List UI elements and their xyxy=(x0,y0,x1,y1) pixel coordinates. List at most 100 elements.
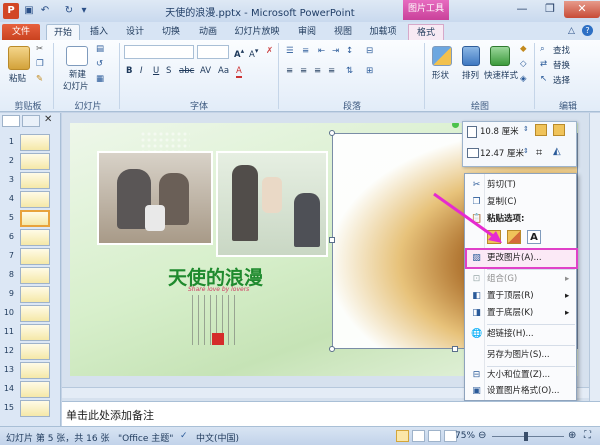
section-icon[interactable]: ▦ xyxy=(96,74,104,84)
width-spinner-icon[interactable]: ⇕ xyxy=(523,147,529,155)
select-icon[interactable]: ↖ xyxy=(540,74,547,84)
slide-thumbnail[interactable]: 7 xyxy=(2,247,58,265)
shapes-button[interactable]: 形状 xyxy=(432,69,449,81)
notes-pane[interactable]: 单击此处添加备注 xyxy=(62,401,600,426)
paste-button[interactable]: 粘贴 xyxy=(9,72,26,84)
bullets-icon[interactable]: ☰ xyxy=(286,46,294,56)
bold-icon[interactable]: B xyxy=(126,66,132,76)
align-left-icon[interactable]: ≡ xyxy=(286,66,293,76)
slide-thumbnail-image[interactable] xyxy=(20,343,50,360)
tab-slideshow[interactable]: 幻灯片放映 xyxy=(230,24,284,40)
slide-thumbnail-image[interactable] xyxy=(20,248,50,265)
height-field[interactable]: 10.8 厘米 xyxy=(480,125,519,137)
slide-thumbnail[interactable]: 10 xyxy=(2,304,58,322)
tab-transitions[interactable]: 切换 xyxy=(156,24,186,40)
menu-item-send-to-back[interactable]: ◨ 置于底层(K) ▸ xyxy=(467,305,576,322)
save-icon[interactable]: ▣ xyxy=(22,4,36,18)
align-right-icon[interactable]: ≡ xyxy=(314,66,321,76)
strikethrough-icon[interactable]: abc xyxy=(179,66,194,76)
menu-item-bring-to-front[interactable]: ◧ 置于顶层(R) ▸ xyxy=(467,288,576,305)
paste-text-only-icon[interactable]: A xyxy=(527,230,541,244)
justify-icon[interactable]: ≡ xyxy=(328,66,335,76)
slide-thumbnail-image[interactable] xyxy=(20,267,50,284)
cut-icon[interactable]: ✂ xyxy=(36,44,43,54)
shrink-font-icon[interactable]: A▾ xyxy=(249,46,258,60)
resize-handle[interactable] xyxy=(329,237,335,243)
tab-design[interactable]: 设计 xyxy=(120,24,150,40)
align-text-icon[interactable]: ⊟ xyxy=(366,46,373,56)
slides-tab[interactable] xyxy=(2,115,20,127)
slide-thumbnail-image[interactable] xyxy=(20,153,50,170)
slide-thumbnail-image[interactable] xyxy=(20,305,50,322)
decrease-indent-icon[interactable]: ⇤ xyxy=(318,46,325,56)
family-photo-1[interactable] xyxy=(97,151,213,245)
smartart-icon[interactable]: ⊞ xyxy=(366,66,373,76)
find-button[interactable]: 查找 xyxy=(553,44,570,56)
font-size-dropdown[interactable] xyxy=(197,45,229,59)
minimize-button[interactable]: — xyxy=(508,1,536,18)
zoom-slider-thumb[interactable] xyxy=(524,432,528,441)
quick-styles-icon[interactable] xyxy=(490,46,510,66)
format-painter-icon[interactable]: ✎ xyxy=(36,74,43,84)
maximize-button[interactable]: ❐ xyxy=(536,1,564,18)
qat-dropdown-icon[interactable]: ▾ xyxy=(78,4,90,18)
close-pane-icon[interactable]: ✕ xyxy=(44,114,52,125)
resize-handle[interactable] xyxy=(452,346,458,352)
zoom-level[interactable]: 75% xyxy=(455,431,475,441)
theme-status[interactable]: "Office 主题" xyxy=(118,431,173,444)
numbering-icon[interactable]: ≡ xyxy=(302,46,309,56)
slide-thumbnail[interactable]: 15 xyxy=(2,399,58,417)
reset-icon[interactable]: ↺ xyxy=(96,59,103,69)
tab-review[interactable]: 审阅 xyxy=(292,24,322,40)
slide-thumbnail[interactable]: 5 xyxy=(2,209,58,227)
new-slide-icon[interactable] xyxy=(66,46,88,66)
underline-icon[interactable]: U xyxy=(153,66,159,76)
slide-thumbnail[interactable]: 8 xyxy=(2,266,58,284)
tab-addins[interactable]: 加载项 xyxy=(364,24,402,40)
close-button[interactable]: ✕ xyxy=(564,1,600,18)
slide-thumbnail[interactable]: 4 xyxy=(2,190,58,208)
line-spacing-icon[interactable]: ↕ xyxy=(346,46,353,56)
menu-item-group[interactable]: ⊡ 组合(G) ▸ xyxy=(467,271,576,288)
tab-view[interactable]: 视图 xyxy=(328,24,358,40)
zoom-slider[interactable] xyxy=(492,436,564,437)
slide-thumbnail[interactable]: 14 xyxy=(2,380,58,398)
italic-icon[interactable]: I xyxy=(140,66,143,76)
normal-view-icon[interactable] xyxy=(396,430,409,442)
tab-insert[interactable]: 插入 xyxy=(84,24,114,40)
arrange-icon[interactable] xyxy=(462,46,480,66)
grow-font-icon[interactable]: A▴ xyxy=(234,46,244,60)
shadow-icon[interactable]: S xyxy=(166,66,171,76)
clear-format-icon[interactable]: ✗ xyxy=(266,46,273,56)
tab-format[interactable]: 格式 xyxy=(408,24,444,40)
slide-thumbnail[interactable]: 12 xyxy=(2,342,58,360)
slide-thumbnail-image[interactable] xyxy=(20,362,50,379)
replace-button[interactable]: 替换 xyxy=(553,59,570,71)
tab-file[interactable]: 文件 xyxy=(2,24,40,40)
help-icon[interactable]: ? xyxy=(582,25,593,36)
layout-icon[interactable]: ▤ xyxy=(96,44,104,54)
crop-icon[interactable]: ⌗ xyxy=(536,146,542,160)
slide-thumbnail-image[interactable] xyxy=(20,134,50,151)
width-field[interactable]: 12.47 厘米 xyxy=(480,147,524,159)
font-name-dropdown[interactable] xyxy=(124,45,194,59)
resize-handle[interactable] xyxy=(329,130,335,136)
redo-icon[interactable]: ↻ xyxy=(62,4,76,18)
send-backward-icon[interactable] xyxy=(553,124,565,136)
resize-handle[interactable] xyxy=(329,346,335,352)
powerpoint-app-icon[interactable]: P xyxy=(3,3,19,19)
menu-item-format-picture[interactable]: ▣ 设置图片格式(O)... xyxy=(467,383,576,400)
slide-thumbnail-image[interactable] xyxy=(20,381,50,398)
slide-thumbnail-image[interactable] xyxy=(20,286,50,303)
slide-thumbnail-image[interactable] xyxy=(20,210,50,227)
char-spacing-icon[interactable]: AV xyxy=(200,66,211,76)
align-center-icon[interactable]: ≡ xyxy=(300,66,307,76)
menu-item-size-position[interactable]: ⊟ 大小和位置(Z)... xyxy=(467,367,576,384)
tab-animations[interactable]: 动画 xyxy=(193,24,223,40)
slide-thumbnail[interactable]: 2 xyxy=(2,152,58,170)
height-spinner-icon[interactable]: ⇕ xyxy=(523,125,529,133)
font-color-icon[interactable]: A xyxy=(236,66,242,78)
spellcheck-icon[interactable]: ✓ xyxy=(180,431,188,441)
slide-sorter-view-icon[interactable] xyxy=(412,430,425,442)
select-button[interactable]: 选择 xyxy=(553,74,570,86)
